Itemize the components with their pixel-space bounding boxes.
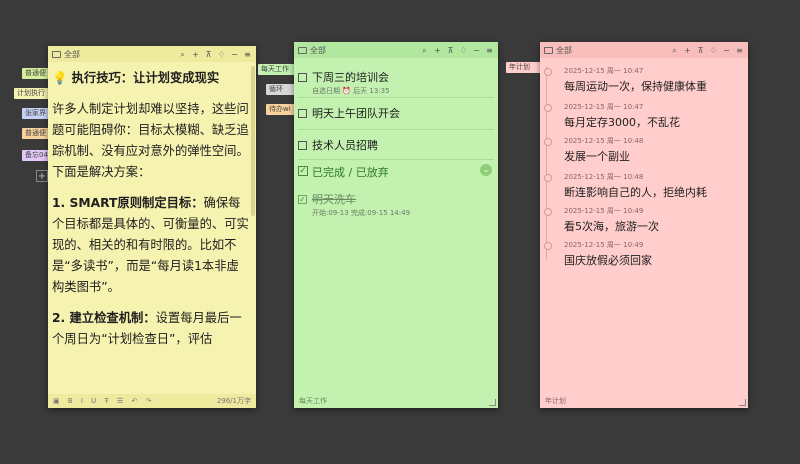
timeline-entry[interactable]: 2025-12-15 周一 10:49 看5次海，旅游一次 bbox=[544, 206, 744, 242]
shirt-icon[interactable]: ♢ bbox=[459, 46, 468, 55]
note-heading: 💡 执行技巧：让计划变成现实 bbox=[52, 71, 220, 85]
entry-date: 2025-12-15 周一 10:49 bbox=[564, 241, 644, 249]
timeline-dot bbox=[544, 104, 552, 112]
resize-handle[interactable] bbox=[739, 399, 746, 406]
note-item-2: 2. 建立检查机制：设置每月最后一个周日为“计划检查日”，评估 bbox=[52, 311, 242, 346]
pink-timeline-note: 全部 ⌕ + ⊼ ♢ − ≡ 2025-12-15 周一 10:47 每周运动一… bbox=[540, 42, 748, 408]
note-item-1: 1. SMART原则制定目标：确保每个目标都是具体的、可衡量的、可实现的、相关的… bbox=[52, 196, 249, 294]
entry-text: 每周运动一次，保持健康体重 bbox=[564, 80, 707, 93]
add-icon[interactable]: + bbox=[683, 46, 692, 55]
minimize-icon[interactable]: − bbox=[472, 46, 481, 55]
yellow-side-tab-2[interactable]: 计划执行 bbox=[14, 88, 50, 99]
green-side-tab-3[interactable]: 待办wi bbox=[266, 104, 296, 115]
entry-text: 发展一个副业 bbox=[564, 150, 630, 163]
done-text: 明天洗车 bbox=[312, 193, 356, 206]
timeline-dot bbox=[544, 208, 552, 216]
shirt-icon[interactable]: ♢ bbox=[709, 46, 718, 55]
todo-item[interactable]: 下周三的培训会 自选日期 ⏰ 后天 13:35 bbox=[298, 62, 494, 98]
timeline-dot bbox=[544, 174, 552, 182]
entry-date: 2025-12-15 周一 10:49 bbox=[564, 207, 644, 215]
word-count: 296/1万字 bbox=[216, 397, 251, 405]
minimize-icon[interactable]: − bbox=[230, 50, 239, 59]
folder-label[interactable]: 全部 bbox=[310, 45, 416, 56]
timeline-entry[interactable]: 2025-12-15 周一 10:47 每周运动一次，保持健康体重 bbox=[544, 66, 744, 102]
entry-date: 2025-12-15 周一 10:48 bbox=[564, 173, 644, 181]
timeline-dot bbox=[544, 138, 552, 146]
folder-label[interactable]: 全部 bbox=[556, 45, 666, 56]
yellow-sticky-note: 全部 ⌕ + ⊼ ♢ − ≡ 💡 执行技巧：让计划变成现实 许多人制定计划却难以… bbox=[48, 46, 256, 408]
checkbox[interactable] bbox=[298, 141, 307, 150]
add-tab-icon[interactable]: + bbox=[36, 170, 48, 182]
timeline-entry[interactable]: 2025-12-15 周一 10:47 每月定存3000，不乱花 bbox=[544, 102, 744, 138]
note-footer: 年计划 bbox=[545, 397, 566, 405]
menu-icon[interactable]: ≡ bbox=[485, 46, 494, 55]
folder-label[interactable]: 全部 bbox=[64, 49, 174, 60]
pin-icon[interactable]: ⊼ bbox=[204, 50, 213, 59]
search-icon[interactable]: ⌕ bbox=[420, 46, 429, 55]
green-todo-note: 全部 ⌕ + ⊼ ♢ − ≡ 下周三的培训会 自选日期 ⏰ 后天 13:35 明… bbox=[294, 42, 498, 408]
search-icon[interactable]: ⌕ bbox=[670, 46, 679, 55]
timeline-dot bbox=[544, 68, 552, 76]
timeline-entry[interactable]: 2025-12-15 周一 10:48 发展一个副业 bbox=[544, 136, 744, 172]
note-body[interactable]: 💡 执行技巧：让计划变成现实 许多人制定计划却难以坚持，这些问题可能阻碍你：目标… bbox=[52, 68, 250, 392]
note-header: 全部 ⌕ + ⊼ ♢ − ≡ bbox=[540, 42, 748, 58]
todo-meta: 自选日期 ⏰ 后天 13:35 bbox=[312, 87, 390, 95]
entry-date: 2025-12-15 周一 10:47 bbox=[564, 67, 644, 75]
menu-icon[interactable]: ≡ bbox=[243, 50, 252, 59]
todo-text: 技术人员招聘 bbox=[312, 139, 378, 152]
entry-text: 国庆放假必须回家 bbox=[564, 254, 652, 267]
entry-date: 2025-12-15 周一 10:48 bbox=[564, 137, 644, 145]
folder-icon bbox=[298, 46, 307, 54]
pink-side-tab-1[interactable]: 年计划 bbox=[506, 62, 542, 73]
folder-icon bbox=[544, 46, 553, 54]
checkbox[interactable] bbox=[298, 109, 307, 118]
done-item[interactable]: ✓ 明天洗车 开始:09-13 完成:09-15 14:49 bbox=[298, 184, 494, 220]
todo-item[interactable]: 技术人员招聘 bbox=[298, 130, 494, 160]
done-meta: 开始:09-13 完成:09-15 14:49 bbox=[312, 209, 411, 217]
todo-item[interactable]: 明天上午团队开会 bbox=[298, 98, 494, 130]
collapse-chevron-icon[interactable]: ⌄ bbox=[480, 164, 492, 176]
timeline-entry[interactable]: 2025-12-15 周一 10:49 国庆放假必须回家 bbox=[544, 240, 744, 276]
green-side-tab-2[interactable]: 循环 bbox=[266, 84, 296, 95]
yellow-side-tab-5[interactable]: 备忘04 bbox=[22, 150, 50, 161]
yellow-side-tab-4[interactable]: 普通便 bbox=[22, 128, 50, 139]
search-icon[interactable]: ⌕ bbox=[178, 50, 187, 59]
add-icon[interactable]: + bbox=[191, 50, 200, 59]
check-icon: ✓ bbox=[298, 166, 308, 176]
note-header: 全部 ⌕ + ⊼ ♢ − ≡ bbox=[294, 42, 498, 58]
add-icon[interactable]: + bbox=[433, 46, 442, 55]
todo-text: 下周三的培训会 bbox=[312, 71, 389, 84]
timeline-dot bbox=[544, 242, 552, 250]
note-paragraph: 许多人制定计划却难以坚持，这些问题可能阻碍你：目标太模糊、缺乏追踪机制、没有应对… bbox=[52, 102, 249, 179]
todo-text: 明天上午团队开会 bbox=[312, 107, 400, 120]
entry-text: 看5次海，旅游一次 bbox=[564, 220, 659, 233]
shirt-icon[interactable]: ♢ bbox=[217, 50, 226, 59]
pin-icon[interactable]: ⊼ bbox=[696, 46, 705, 55]
format-icons[interactable]: ▣ B I U Ŧ ☰ ↶ ↷ bbox=[53, 397, 154, 405]
note-footer: 每天工作 bbox=[299, 397, 327, 405]
checkbox-checked[interactable]: ✓ bbox=[298, 195, 307, 204]
format-toolbar: ▣ B I U Ŧ ☰ ↶ ↷ 296/1万字 bbox=[48, 394, 256, 408]
completed-section-header[interactable]: ✓ 已完成 / 已放弃 ⌄ bbox=[298, 160, 494, 184]
entry-date: 2025-12-15 周一 10:47 bbox=[564, 103, 644, 111]
entry-text: 每月定存3000，不乱花 bbox=[564, 116, 680, 129]
green-side-tab-1[interactable]: 每天工作 bbox=[258, 64, 296, 75]
completed-label: 已完成 / 已放弃 bbox=[312, 166, 389, 179]
entry-text: 断连影响自己的人，拒绝内耗 bbox=[564, 186, 707, 199]
timeline-entry[interactable]: 2025-12-15 周一 10:48 断连影响自己的人，拒绝内耗 bbox=[544, 172, 744, 208]
note-header: 全部 ⌕ + ⊼ ♢ − ≡ bbox=[48, 46, 256, 62]
scrollbar[interactable] bbox=[251, 66, 255, 216]
yellow-side-tab-1[interactable]: 普通便 bbox=[22, 68, 50, 79]
pin-icon[interactable]: ⊼ bbox=[446, 46, 455, 55]
yellow-side-tab-3[interactable]: 张家界 bbox=[22, 108, 50, 119]
checkbox[interactable] bbox=[298, 73, 307, 82]
resize-handle[interactable] bbox=[489, 399, 496, 406]
lightbulb-icon: 💡 bbox=[52, 71, 68, 85]
menu-icon[interactable]: ≡ bbox=[735, 46, 744, 55]
minimize-icon[interactable]: − bbox=[722, 46, 731, 55]
folder-icon bbox=[52, 50, 61, 58]
